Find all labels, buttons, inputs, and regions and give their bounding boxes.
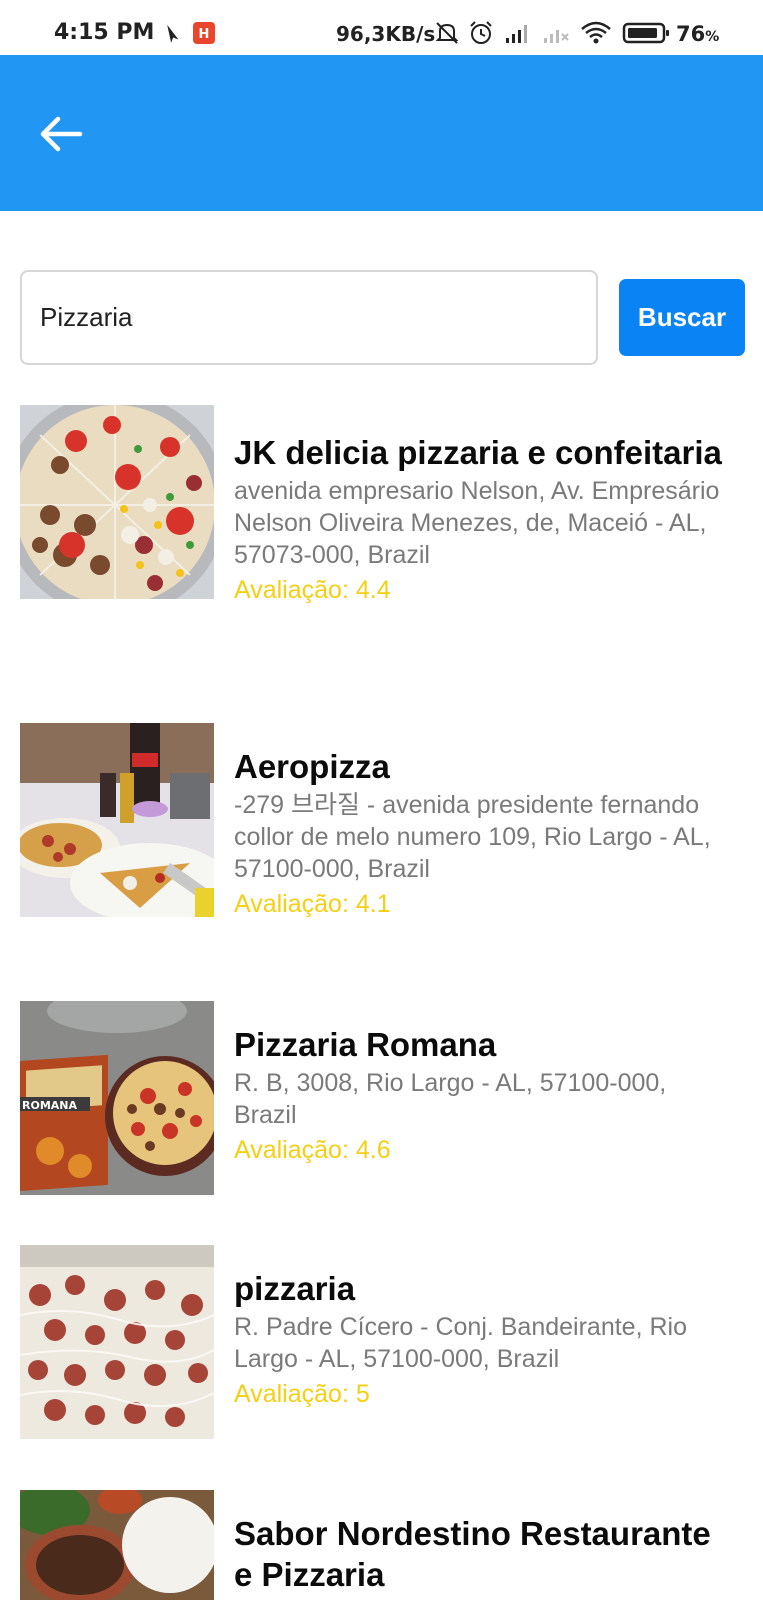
- result-item[interactable]: Aeropizza -279 브라질 - avenida presidente …: [20, 723, 743, 953]
- result-rating: Avaliação: 4.4: [234, 576, 391, 604]
- alarm-icon: [470, 21, 492, 44]
- result-rating: Avaliação: 4.6: [234, 1136, 391, 1164]
- result-item[interactable]: ROMANA Pizzaria Romana R. B, 3008, Rio L…: [20, 1001, 743, 1201]
- signal-icon: [506, 25, 527, 43]
- mute-icon: [435, 22, 459, 44]
- result-info: Sabor Nordestino Restaurante e Pizzaria: [234, 1490, 734, 1595]
- result-address: R. Padre Cícero - Conj. Bandeirante, Rio…: [234, 1313, 687, 1373]
- status-time: 4:15 PM: [54, 20, 155, 45]
- result-rating: Avaliação: 4.1: [234, 890, 391, 918]
- navigation-icon: [167, 24, 179, 43]
- back-button[interactable]: [30, 107, 92, 161]
- network-speed: 96,3KB/s: [336, 22, 436, 46]
- result-info: pizzaria R. Padre Cícero - Conj. Bandeir…: [234, 1245, 734, 1411]
- result-info: Pizzaria Romana R. B, 3008, Rio Largo - …: [234, 1001, 734, 1167]
- result-image: [20, 1490, 214, 1600]
- search-input[interactable]: [20, 270, 598, 365]
- result-item[interactable]: Sabor Nordestino Restaurante e Pizzaria: [20, 1490, 743, 1600]
- battery-percent: 76%: [676, 22, 719, 46]
- result-info: Aeropizza -279 브라질 - avenida presidente …: [234, 723, 734, 921]
- result-address: R. B, 3008, Rio Largo - AL, 57100-000, B…: [234, 1069, 667, 1129]
- result-info: JK delicia pizzaria e confeitaria avenid…: [234, 405, 734, 607]
- search-button[interactable]: Buscar: [619, 279, 745, 356]
- result-name: Aeropizza: [234, 748, 390, 785]
- result-name: JK delicia pizzaria e confeitaria: [234, 434, 722, 471]
- battery-icon: [622, 22, 669, 44]
- result-image: ROMANA: [20, 1001, 214, 1195]
- result-image: [20, 405, 214, 599]
- result-item[interactable]: pizzaria R. Padre Cícero - Conj. Bandeir…: [20, 1245, 743, 1445]
- battery-percent-value: 76: [676, 22, 706, 46]
- result-name: Pizzaria Romana: [234, 1026, 497, 1063]
- svg-text:H: H: [199, 27, 210, 42]
- result-rating: Avaliação: 5: [234, 1380, 370, 1408]
- result-image: [20, 1245, 214, 1439]
- result-name: pizzaria: [234, 1270, 356, 1307]
- signal-no-service-icon: [544, 30, 569, 43]
- result-address: -279 브라질 - avenida presidente fernando c…: [234, 791, 711, 883]
- result-item[interactable]: JK delicia pizzaria e confeitaria avenid…: [20, 405, 743, 665]
- romana-box-text: ROMANA: [22, 1099, 77, 1112]
- result-name: Sabor Nordestino Restaurante e Pizzaria: [234, 1515, 711, 1593]
- status-bar: 4:15 PM H 96,3KB/s 76%: [0, 0, 763, 55]
- app-notification-icon: H: [193, 22, 215, 44]
- result-image: [20, 723, 214, 917]
- app-bar: [0, 55, 763, 211]
- arrow-left-icon: [40, 116, 83, 152]
- battery-percent-unit: %: [705, 29, 720, 45]
- wifi-icon: [581, 21, 611, 44]
- result-address: avenida empresario Nelson, Av. Empresári…: [234, 477, 720, 569]
